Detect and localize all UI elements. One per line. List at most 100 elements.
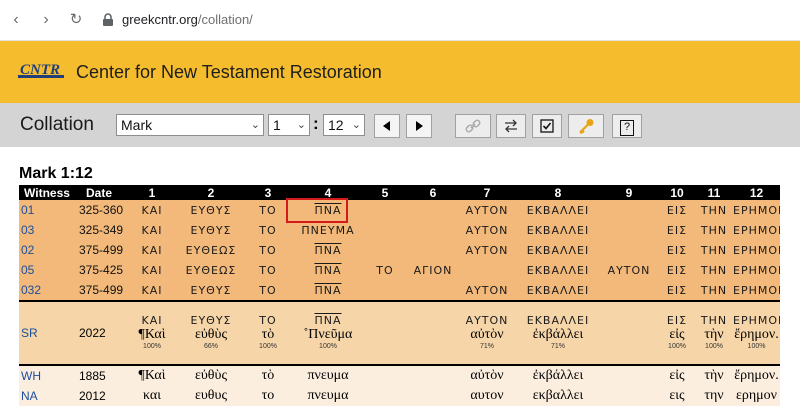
- prev-verse-button[interactable]: [374, 114, 400, 138]
- sr-greek-word: εὐθὺς: [195, 327, 227, 342]
- sr-word-cell: [599, 302, 659, 364]
- back-icon[interactable]: ‹: [6, 10, 26, 30]
- forward-icon[interactable]: ›: [36, 10, 56, 30]
- manuscript-row: 032 375-499 ΚΑΙ ΕΥΘΥΣ ΤΟ ΠΝΑ ΑΥΤΟΝ ΕΚΒΑΛΛΕΙ ΕΙΣ Τ…: [19, 280, 780, 300]
- manuscript-word: ΕΙΣ: [666, 284, 688, 297]
- header-word-8: 8: [517, 185, 599, 200]
- sr-percent: 100%: [259, 343, 277, 350]
- manuscript-word: ΕΡΗΜΟΝ: [733, 224, 780, 237]
- sr-greek-word: ἐκβάλλει: [532, 327, 584, 342]
- word-cell: ΕΙΣ: [659, 240, 695, 260]
- edition-word: και: [123, 386, 181, 406]
- edition-word: ¶Καὶ: [123, 366, 181, 386]
- word-cell: ΕΡΗΜΟΝ: [733, 240, 780, 260]
- word-cell: ΕΚΒΑΛΛΕΙ: [517, 240, 599, 260]
- word-cell: ΕΚΒΑΛΛΕΙ: [517, 200, 599, 220]
- sr-percent: 71%: [550, 343, 565, 350]
- highlight-box: [286, 198, 348, 223]
- next-verse-button[interactable]: [406, 114, 432, 138]
- sr-word-cell: [361, 302, 409, 364]
- manuscript-word: ΕΥΘΕΩΣ: [185, 244, 237, 257]
- checkbox-button[interactable]: [532, 114, 562, 138]
- witness-date: 325-349: [75, 220, 123, 240]
- manuscript-word: ΠΝΑ: [314, 244, 342, 257]
- edition-word: εκβαλλει: [517, 386, 599, 406]
- word-cell: ΚΑΙ: [123, 280, 181, 300]
- reload-icon[interactable]: ↻: [66, 10, 86, 30]
- sr-witness-link[interactable]: SR: [19, 302, 75, 364]
- book-select[interactable]: Mark ⌄: [116, 114, 264, 136]
- sr-greek-word: εἰς: [669, 327, 685, 342]
- witness-link[interactable]: 05: [19, 260, 75, 280]
- header-date: Date: [75, 185, 123, 200]
- header-witness: Witness: [19, 185, 75, 200]
- manuscript-word: ΤΟ: [259, 244, 277, 257]
- svg-text:CNTR: CNTR: [20, 62, 60, 78]
- manuscript-word: ΤΗΝ: [700, 264, 728, 277]
- manuscript-word: ΕΥΘΕΩΣ: [185, 264, 237, 277]
- word-cell: [361, 240, 409, 260]
- edition-word: ερημον: [733, 386, 780, 406]
- manuscript-word: ΚΑΙ: [141, 224, 163, 237]
- sr-word-cell: ΚΑΙ ¶Καὶ 100%: [123, 302, 181, 364]
- manuscript-word: ΕΙΣ: [666, 244, 688, 257]
- witness-link[interactable]: 02: [19, 240, 75, 260]
- word-cell: ΤΟ: [241, 280, 295, 300]
- edition-link[interactable]: WH: [19, 366, 75, 386]
- manuscript-word: ΑΥΤΟΝ: [465, 284, 509, 297]
- word-cell: [409, 280, 457, 300]
- sr-uncial-word: ΕΚΒΑΛΛΕΙ: [526, 314, 590, 327]
- witness-link[interactable]: 01: [19, 200, 75, 220]
- sr-percent: 100%: [319, 343, 337, 350]
- swap-button[interactable]: [496, 114, 526, 138]
- key-button[interactable]: [568, 114, 604, 138]
- edition-link[interactable]: NA: [19, 386, 75, 406]
- sr-greek-word: ˚Πνεῦμα: [303, 327, 353, 342]
- manuscript-word: ΑΥΤΟΝ: [465, 204, 509, 217]
- verse-select[interactable]: 12 ⌄: [323, 114, 365, 136]
- edition-word: [361, 366, 409, 386]
- edition-word: ευθυς: [181, 386, 241, 406]
- manuscript-word: ΑΥΤΟΝ: [465, 224, 509, 237]
- help-button[interactable]: ?: [612, 114, 642, 138]
- manuscript-word: ΤΗΝ: [700, 284, 728, 297]
- edition-word: εὐθὺς: [181, 366, 241, 386]
- word-cell: [409, 200, 457, 220]
- link-button[interactable]: [455, 114, 491, 138]
- witness-link[interactable]: 032: [19, 280, 75, 300]
- address-bar[interactable]: greekcntr.org/collation/: [122, 12, 253, 27]
- edition-word: [599, 386, 659, 406]
- key-icon: [579, 119, 594, 135]
- sr-uncial-word: ΚΑΙ: [141, 314, 163, 327]
- edition-word: ἔρημον.: [733, 366, 780, 386]
- link-icon: [465, 119, 481, 133]
- chapter-select[interactable]: 1 ⌄: [268, 114, 310, 136]
- word-cell: ΚΑΙ: [123, 240, 181, 260]
- manuscript-word: ΕΡΗΜΟΝ: [733, 204, 780, 217]
- edition-word: [409, 366, 457, 386]
- edition-word: ἐκβάλλει: [517, 366, 599, 386]
- word-cell: ΠΝΑ: [295, 260, 361, 280]
- word-cell: [361, 220, 409, 240]
- manuscript-word: ΕΚΒΑΛΛΕΙ: [526, 224, 590, 237]
- manuscript-word: ΕΙΣ: [666, 264, 688, 277]
- sr-word-cell: [409, 302, 457, 364]
- edition-word: [361, 386, 409, 406]
- browser-toolbar: ‹ › ↻ greekcntr.org/collation/: [0, 0, 800, 41]
- sr-percent: 71%: [479, 343, 494, 350]
- header-word-7: 7: [457, 185, 517, 200]
- site-title[interactable]: Center for New Testament Restoration: [76, 62, 382, 83]
- edition-row: NA 2012 και ευθυς το πνευμα αυτον εκβαλλει εις τη…: [19, 386, 780, 406]
- edition-word: τὴν: [695, 366, 733, 386]
- edition-word: πνευμα: [295, 386, 361, 406]
- chapter-value: 1: [273, 117, 281, 133]
- word-cell: [361, 200, 409, 220]
- witness-link[interactable]: 03: [19, 220, 75, 240]
- edition-word: τὸ: [241, 366, 295, 386]
- witness-date: 375-499: [75, 280, 123, 300]
- word-cell: ΚΑΙ: [123, 260, 181, 280]
- cntr-logo[interactable]: CNTR: [18, 59, 64, 85]
- word-cell: ΕΚΒΑΛΛΕΙ: [517, 280, 599, 300]
- manuscript-word: ΑΥΤΟΝ: [607, 264, 651, 277]
- sr-greek-word: τὸ: [261, 327, 275, 342]
